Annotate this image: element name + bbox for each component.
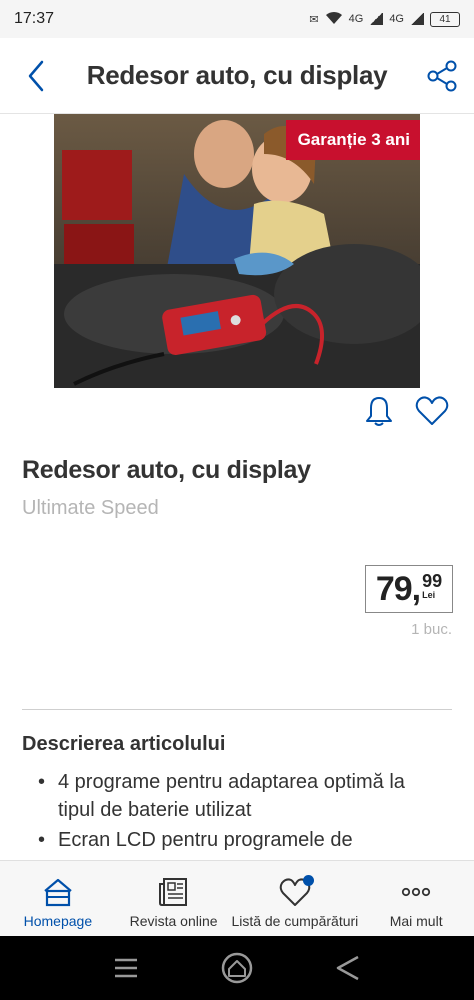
chevron-left-icon	[28, 60, 44, 92]
nav-shopping-list[interactable]: Listă de cumpărături	[231, 861, 358, 936]
nav-label: Revista online	[129, 913, 218, 929]
divider	[22, 709, 452, 710]
network-label: 4G	[348, 13, 364, 25]
warranty-badge: Garanție 3 ani	[285, 120, 420, 160]
nav-label: Homepage	[23, 913, 93, 929]
status-time: 17:37	[14, 10, 55, 27]
back-system-icon	[337, 955, 359, 981]
network-label-2: 4G	[389, 13, 404, 25]
status-icons: ✉ 4G 4G 41	[309, 11, 460, 28]
magazine-icon	[157, 875, 191, 909]
description-title: Descrierea articolului	[22, 733, 226, 755]
favorite-button[interactable]	[414, 394, 450, 428]
share-button[interactable]	[424, 58, 460, 94]
heart-list-icon	[278, 875, 314, 909]
product-brand: Ultimate Speed	[22, 497, 159, 519]
product-title: Redesor auto, cu display	[22, 456, 311, 484]
product-image[interactable]: Garanție 3 ani	[54, 114, 420, 388]
battery-icon: 41	[430, 11, 460, 27]
nav-label: Listă de cumpărături	[231, 913, 359, 929]
nav-more[interactable]: Mai mult	[358, 861, 474, 936]
status-bar: 17:37 ✉ 4G 4G 41	[0, 0, 474, 38]
list-item: 4 programe pentru adaptarea optimă la ti…	[38, 768, 438, 824]
app-header: Redesor auto, cu display	[0, 38, 474, 114]
signal-icon	[369, 13, 384, 25]
notification-dot	[302, 875, 314, 886]
bottom-nav: Homepage Revista online Listă de cumpără…	[0, 860, 474, 936]
price-unit: 1 buc.	[411, 621, 452, 638]
home-icon	[41, 875, 75, 909]
notify-button[interactable]	[362, 394, 396, 428]
list-item: Ecran LCD pentru programele de	[38, 826, 438, 854]
back-button[interactable]	[22, 58, 52, 94]
signal-icon-2	[410, 13, 424, 25]
bell-icon	[366, 397, 392, 426]
back-system-button[interactable]	[328, 948, 368, 988]
price-main: 79,	[375, 569, 421, 608]
home-system-icon	[221, 952, 253, 984]
home-system-button[interactable]	[217, 948, 257, 988]
recent-apps-button[interactable]	[106, 948, 146, 988]
description-list: 4 programe pentru adaptarea optimă la ti…	[38, 768, 438, 856]
notification-icon: ✉	[309, 13, 319, 26]
price-cents: 99	[422, 571, 443, 591]
heart-icon	[415, 396, 449, 425]
price-box: 79, 99 Lei	[365, 565, 453, 613]
price-currency: Lei	[422, 590, 436, 600]
menu-icon	[114, 958, 137, 978]
page-title: Redesor auto, cu display	[86, 60, 388, 90]
share-icon	[427, 60, 457, 92]
nav-homepage[interactable]: Homepage	[0, 861, 116, 936]
nav-label: Mai mult	[389, 913, 443, 929]
system-nav-bar	[0, 936, 474, 1000]
wifi-icon	[325, 11, 343, 28]
price-right: 99 Lei	[422, 572, 442, 600]
nav-online-magazine[interactable]: Revista online	[116, 861, 232, 936]
more-icon	[399, 875, 433, 909]
